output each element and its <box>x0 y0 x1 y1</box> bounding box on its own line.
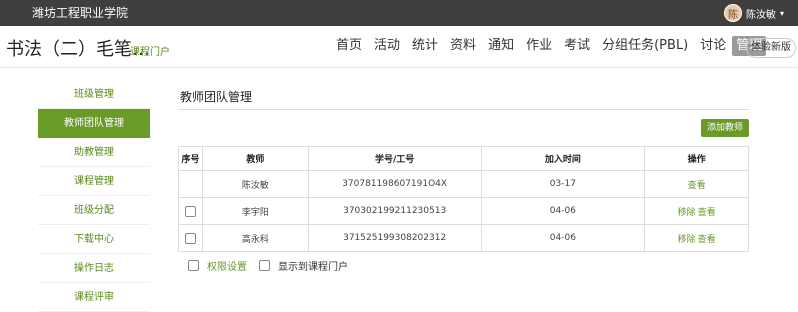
sidebar-item-4[interactable]: 班级分配 <box>38 196 150 225</box>
sidebar-item-6[interactable]: 操作日志 <box>38 254 150 283</box>
permission-checkbox[interactable] <box>188 260 199 271</box>
nav-item-8[interactable]: 讨论 <box>694 36 732 56</box>
row-select-cell <box>178 197 203 225</box>
sidebar-item-3[interactable]: 课程管理 <box>38 167 150 196</box>
teacher-id: 370302199211230513 <box>307 197 482 225</box>
nav-item-1[interactable]: 活动 <box>368 36 406 56</box>
remove-link[interactable]: 移除 <box>678 235 696 245</box>
teacher-name: 高永科 <box>201 224 309 252</box>
row-select-cell <box>178 170 203 198</box>
operation-cell: 移除 查看 <box>644 197 749 225</box>
header-operation: 操作 <box>644 146 749 171</box>
page-title: 教师团队管理 <box>180 90 253 104</box>
nav-item-3[interactable]: 资料 <box>444 36 482 56</box>
teacher-name: 陈汝敏 <box>201 170 309 198</box>
teacher-id: 371525199308202312 <box>307 224 482 252</box>
nav-item-2[interactable]: 统计 <box>406 36 444 56</box>
view-link[interactable]: 查看 <box>698 235 716 245</box>
operation-cell: 查看 <box>644 170 749 198</box>
table-row: 李宇阳 370302199211230513 04-06 移除 查看 <box>178 197 749 225</box>
teacher-table: 序号 教师 学号/工号 加入时间 操作 陈汝敏 370781198607191O4… <box>178 146 749 252</box>
row-checkbox[interactable] <box>184 205 196 217</box>
course-nav: 首页 活动 统计 资料 通知 作业 考试 分组任务(PBL) 讨论 管理 <box>330 36 767 56</box>
bottom-options: 权限设置 显示到课程门户 <box>188 258 348 273</box>
title-divider <box>178 109 749 110</box>
nav-item-6[interactable]: 考试 <box>558 36 596 56</box>
header-time: 加入时间 <box>480 146 646 171</box>
avatar[interactable]: 陈 <box>723 4 742 22</box>
sidebar-item-0[interactable]: 班级管理 <box>38 80 150 109</box>
user-menu[interactable]: 陈 陈汝敏 ▾ <box>723 3 784 23</box>
table-row: 陈汝敏 370781198607191O4X 03-17 查看 <box>178 170 749 198</box>
header-id: 学号/工号 <box>307 146 482 171</box>
row-checkbox[interactable] <box>184 232 196 244</box>
nav-item-7[interactable]: 分组任务(PBL) <box>596 36 694 56</box>
row-select-cell <box>178 224 203 252</box>
sidebar-item-1[interactable]: 教师团队管理 <box>38 109 150 138</box>
sidebar-item-2[interactable]: 助教管理 <box>38 138 150 167</box>
course-portal-link[interactable]: 课程门户 <box>130 43 170 58</box>
top-bar: 潍坊工程职业学院 陈 陈汝敏 ▾ <box>0 0 798 26</box>
operation-cell: 移除 查看 <box>644 224 749 252</box>
nav-item-0[interactable]: 首页 <box>330 36 368 56</box>
view-link[interactable]: 查看 <box>688 181 706 191</box>
view-link[interactable]: 查看 <box>698 208 716 218</box>
join-time: 03-17 <box>480 170 646 198</box>
table-header-row: 序号 教师 学号/工号 加入时间 操作 <box>178 146 749 171</box>
join-time: 04-06 <box>480 224 646 252</box>
permission-settings-link[interactable]: 权限设置 <box>207 258 247 273</box>
show-portal-label: 显示到课程门户 <box>278 262 348 273</box>
show-portal-checkbox[interactable] <box>259 260 270 271</box>
teacher-name: 李宇阳 <box>201 197 309 225</box>
header-seq: 序号 <box>178 146 203 171</box>
sidebar: 班级管理 教师团队管理 助教管理 课程管理 班级分配 下载中心 操作日志 课程评审 <box>38 80 150 312</box>
table-row: 高永科 371525199308202312 04-06 移除 查看 <box>178 224 749 252</box>
new-version-button[interactable]: 体验新版 <box>746 38 796 58</box>
sidebar-item-5[interactable]: 下载中心 <box>38 225 150 254</box>
sidebar-item-7[interactable]: 课程评审 <box>38 283 150 312</box>
course-title: 书法（二）毛笔… <box>6 39 150 60</box>
teacher-id: 370781198607191O4X <box>307 170 482 198</box>
nav-item-4[interactable]: 通知 <box>482 36 520 56</box>
course-header: 书法（二）毛笔… 课程门户 首页 活动 统计 资料 通知 作业 考试 分组任务(PBL) 讨论管… <box>0 26 798 68</box>
nav-item-5[interactable]: 作业 <box>520 36 558 56</box>
user-name[interactable]: 陈汝敏 <box>746 6 776 21</box>
chevron-down-icon[interactable]: ▾ <box>780 9 784 18</box>
school-name[interactable]: 潍坊工程职业学院 <box>32 4 128 21</box>
join-time: 04-06 <box>480 197 646 225</box>
header-teacher: 教师 <box>201 146 309 171</box>
remove-link[interactable]: 移除 <box>678 208 696 218</box>
add-teacher-button[interactable]: 添加教师 <box>701 119 749 137</box>
